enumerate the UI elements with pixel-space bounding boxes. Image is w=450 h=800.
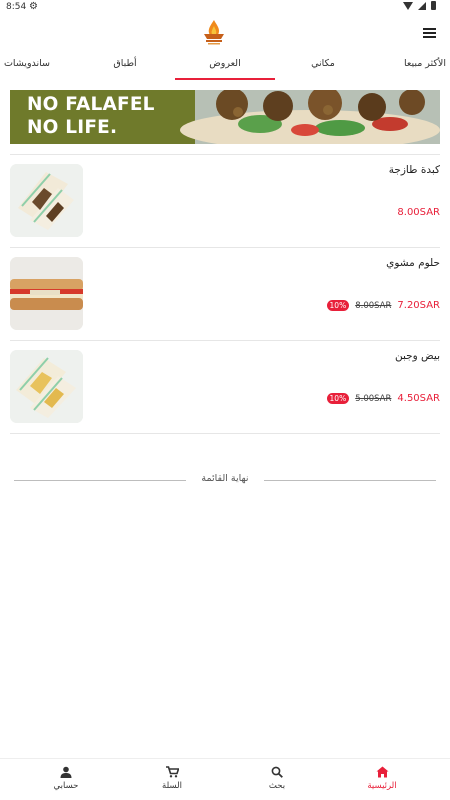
- nav-home[interactable]: الرئيسية: [352, 765, 412, 791]
- status-icons: [403, 1, 436, 10]
- gear-icon: ⚙: [29, 1, 38, 12]
- discount-badge: 10%: [326, 300, 350, 311]
- nav-search-label: بحث: [268, 781, 286, 791]
- category-tabs: ساندويشات أطباق العروض مكاني الأكثر مبيع…: [0, 52, 450, 80]
- tab-offers[interactable]: العروض: [175, 52, 275, 80]
- item-old-price: 5.00SAR: [355, 393, 392, 404]
- divider: [10, 247, 440, 248]
- divider: [10, 433, 440, 434]
- end-of-list: نهاية القائمة: [14, 473, 436, 489]
- banner-line-1: NO FALAFEL: [27, 94, 155, 115]
- price-row: 10% 5.00SAR 4.50SAR: [326, 393, 440, 404]
- search-icon: [247, 765, 307, 779]
- discount-badge: 10%: [326, 393, 350, 404]
- nav-account-label: حسابي: [53, 781, 79, 791]
- nav-cart[interactable]: السلة: [142, 765, 202, 791]
- menu-item-egg-cheese[interactable]: بيض وجبن 10% 5.00SAR 4.50SAR: [10, 350, 440, 442]
- item-image-halloumi-sandwich: [10, 257, 83, 330]
- item-image-liver-wrap: [10, 164, 83, 237]
- item-price: 4.50SAR: [397, 393, 440, 404]
- bottom-navigation: حسابي السلة بحث الرئيسية: [0, 758, 450, 800]
- nav-cart-label: السلة: [162, 781, 182, 791]
- item-image-egg-cheese-wrap: [10, 350, 83, 423]
- app-bar: [0, 16, 450, 52]
- main-content: NO FALAFEL NO LIFE. كبدة طازجة 8.00SAR ح…: [0, 80, 450, 758]
- item-name: كبدة طازجة: [388, 164, 440, 176]
- end-line-right: [264, 480, 436, 481]
- divider: [10, 340, 440, 341]
- person-icon: [36, 765, 96, 779]
- item-old-price: 8.00SAR: [355, 300, 392, 311]
- tab-dishes[interactable]: أطباق: [97, 52, 153, 80]
- restaurant-logo-icon[interactable]: [199, 18, 229, 46]
- tab-sandwiches[interactable]: ساندويشات: [0, 52, 62, 80]
- price-row: 8.00SAR: [397, 207, 440, 218]
- wifi-icon: [403, 1, 413, 10]
- nav-search[interactable]: بحث: [247, 765, 307, 791]
- home-icon: [352, 765, 412, 779]
- end-of-list-label: نهاية القائمة: [201, 473, 249, 484]
- battery-icon: [431, 1, 436, 10]
- nav-account[interactable]: حسابي: [36, 765, 96, 791]
- promo-banner[interactable]: NO FALAFEL NO LIFE.: [10, 90, 440, 144]
- item-name: حلوم مشوي: [386, 257, 440, 269]
- item-price: 7.20SAR: [397, 300, 440, 311]
- tab-best-selling[interactable]: الأكثر مبيعا: [385, 52, 450, 80]
- tab-my-places[interactable]: مكاني: [295, 52, 351, 80]
- nav-home-label: الرئيسية: [367, 781, 397, 791]
- menu-item-liver[interactable]: كبدة طازجة 8.00SAR: [10, 164, 440, 256]
- cart-icon: [142, 765, 202, 779]
- item-price: 8.00SAR: [397, 207, 440, 218]
- status-time: 8:54: [6, 2, 27, 12]
- signal-icon: [418, 1, 426, 10]
- price-row: 10% 8.00SAR 7.20SAR: [326, 300, 440, 311]
- banner-headline: NO FALAFEL NO LIFE.: [27, 93, 155, 139]
- hamburger-menu-icon[interactable]: [423, 28, 436, 38]
- menu-item-halloumi[interactable]: حلوم مشوي 10% 8.00SAR 7.20SAR: [10, 257, 440, 349]
- item-name: بيض وجبن: [394, 350, 440, 362]
- divider: [10, 154, 440, 155]
- status-bar: 8:54 ⚙: [0, 0, 450, 16]
- banner-line-2: NO LIFE.: [27, 117, 118, 138]
